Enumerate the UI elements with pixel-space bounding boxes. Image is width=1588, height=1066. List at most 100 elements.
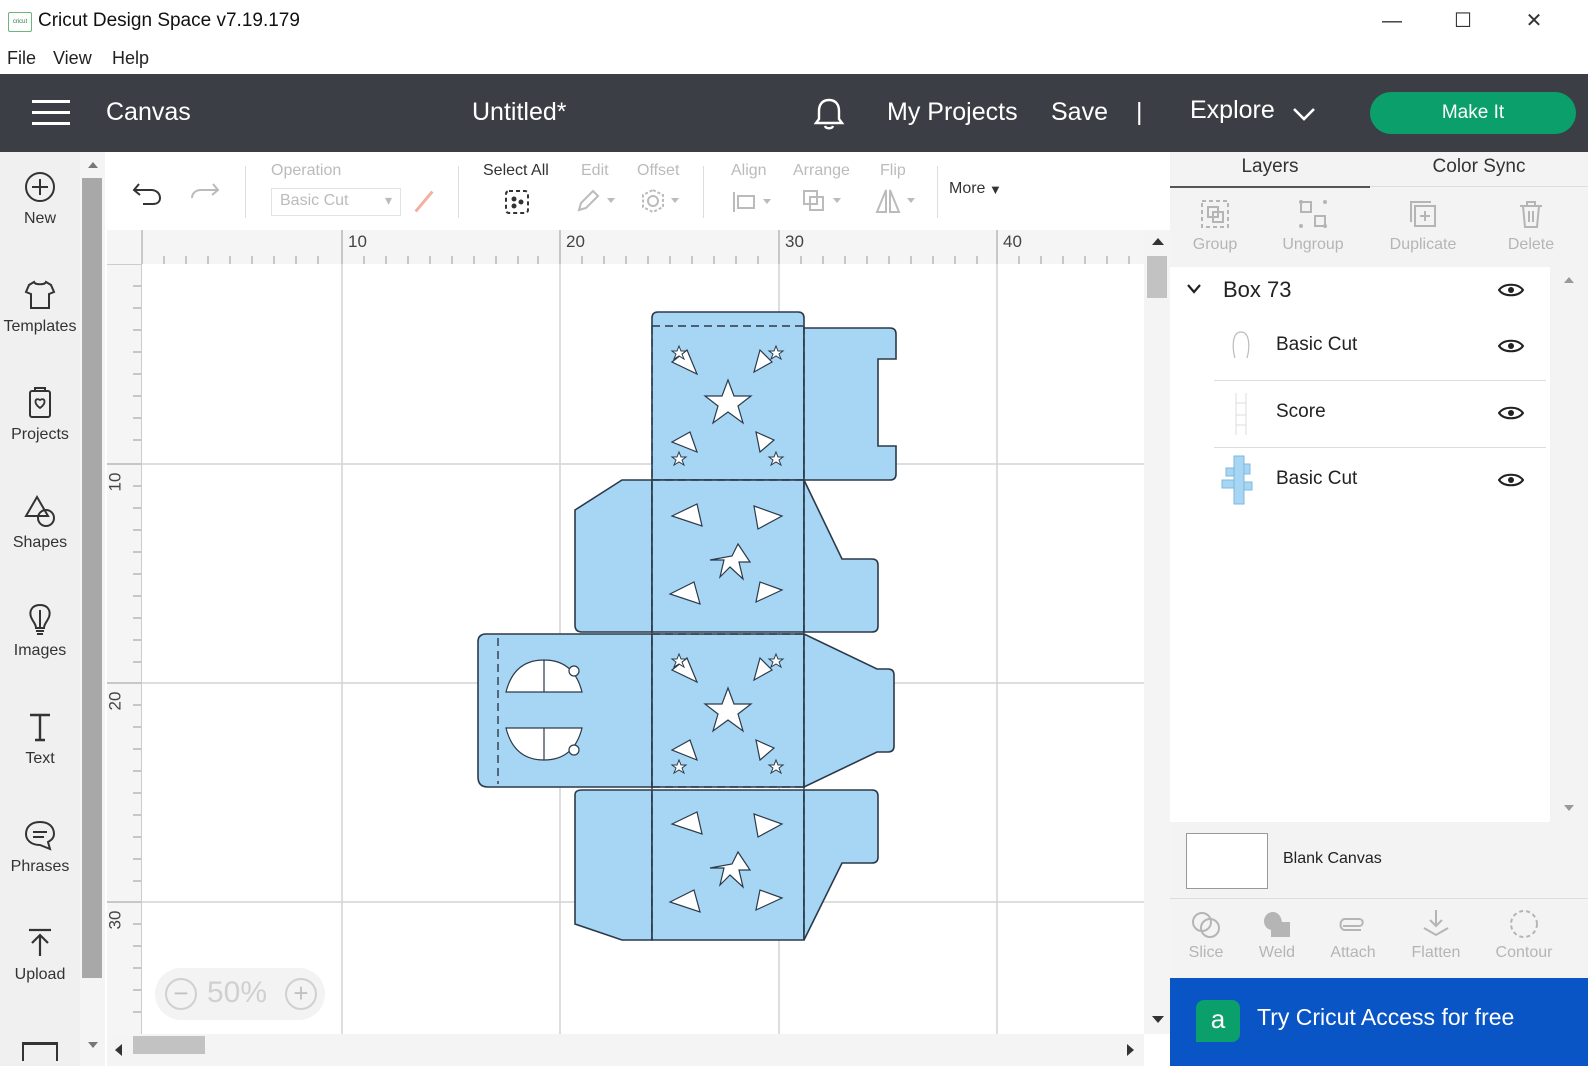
my-projects-link[interactable]: My Projects	[887, 98, 1018, 127]
color-swatch-icon[interactable]	[411, 188, 437, 214]
arrange-icon[interactable]	[801, 188, 845, 214]
close-button[interactable]: ✕	[1514, 6, 1554, 36]
attach-button[interactable]: Attach	[1313, 908, 1393, 962]
layer-row[interactable]: Basic Cut	[1214, 314, 1546, 381]
group-button[interactable]: Group	[1170, 198, 1260, 254]
paperclip-icon	[1339, 918, 1364, 931]
scroll-right-arrow-icon[interactable]	[1127, 1044, 1134, 1056]
flip-label: Flip	[880, 162, 906, 179]
monogram-icon[interactable]	[22, 1042, 58, 1061]
visibility-eye-icon[interactable]	[1498, 282, 1524, 298]
visibility-eye-icon[interactable]	[1498, 338, 1524, 354]
operation-select[interactable]: Basic Cut ▾	[271, 188, 401, 216]
canvas-horizontal-scrollbar[interactable]	[107, 1034, 1144, 1066]
save-button[interactable]: Save	[1051, 98, 1108, 127]
projects-icon	[29, 387, 51, 418]
align-icon[interactable]	[731, 190, 775, 214]
ungroup-button[interactable]: Ungroup	[1268, 198, 1358, 254]
sidebar-item-shapes[interactable]: Shapes	[0, 494, 80, 552]
caret-down-icon: ▾	[384, 192, 392, 208]
sidebar-label-upload: Upload	[14, 966, 66, 983]
sidebar-item-text[interactable]: Text	[0, 710, 80, 768]
layer-name: Basic Cut	[1276, 468, 1358, 489]
cricut-access-badge-icon: a	[1196, 1000, 1240, 1042]
trash-icon	[1520, 201, 1542, 228]
scroll-up-arrow-icon[interactable]	[1564, 277, 1574, 283]
zoom-out-button[interactable]: −	[165, 978, 197, 1010]
scroll-left-arrow-icon[interactable]	[115, 1044, 122, 1056]
duplicate-button[interactable]: Duplicate	[1378, 198, 1468, 254]
shirt-icon	[24, 280, 56, 309]
panel-divider	[1170, 898, 1588, 899]
box-design-image[interactable]	[142, 264, 1144, 1034]
scroll-down-arrow-icon[interactable]	[1152, 1016, 1164, 1023]
sidebar-item-upload[interactable]: Upload	[0, 926, 80, 984]
tab-color-sync[interactable]: Color Sync	[1370, 152, 1588, 187]
machine-selector[interactable]: Explore	[1190, 96, 1275, 125]
menu-view[interactable]: View	[53, 48, 92, 69]
contour-label: Contour	[1495, 944, 1553, 961]
sidebar-item-phrases[interactable]: Phrases	[0, 818, 80, 876]
ruler-left-label: 10	[105, 472, 125, 492]
layer-row[interactable]: Score	[1214, 381, 1546, 448]
select-all-icon[interactable]	[503, 188, 531, 216]
zoom-control: − 50% +	[155, 968, 325, 1020]
layers-scrollbar[interactable]	[1551, 267, 1588, 822]
menu-file[interactable]: File	[7, 48, 36, 69]
project-title[interactable]: Untitled*	[472, 98, 567, 127]
maximize-button[interactable]: ☐	[1443, 6, 1483, 36]
make-it-button[interactable]: Make It	[1370, 92, 1576, 134]
delete-button[interactable]: Delete	[1486, 198, 1576, 254]
layer-group-row[interactable]: Box 73	[1170, 267, 1550, 313]
hamburger-menu-icon[interactable]	[32, 100, 70, 126]
sidebar-item-new[interactable]: New	[0, 170, 80, 228]
edit-pencil-icon[interactable]	[575, 188, 617, 214]
cricut-access-banner[interactable]: a Try Cricut Access for free	[1170, 978, 1588, 1066]
toolbar-separator	[937, 166, 938, 218]
sidebar-item-projects[interactable]: Projects	[0, 386, 80, 444]
scroll-up-arrow-icon[interactable]	[1152, 238, 1164, 245]
left-sidebar: New Templates Projects Shapes Images Tex…	[0, 152, 80, 1066]
flatten-label: Flatten	[1411, 944, 1461, 961]
sidebar-item-templates[interactable]: Templates	[0, 278, 80, 336]
vertical-scroll-thumb[interactable]	[1147, 256, 1167, 298]
scroll-down-arrow-icon[interactable]	[1564, 805, 1574, 811]
horizontal-scroll-thumb[interactable]	[133, 1036, 205, 1054]
weld-button[interactable]: Weld	[1237, 908, 1317, 962]
tab-layers[interactable]: Layers	[1170, 152, 1370, 188]
ruler-top-ticks	[141, 230, 1130, 264]
minimize-button[interactable]: —	[1372, 6, 1412, 36]
sidebar-item-images[interactable]: Images	[0, 602, 80, 660]
toolbar-separator	[245, 166, 246, 218]
ungroup-icon	[1299, 200, 1327, 228]
offset-icon[interactable]	[639, 188, 683, 214]
redo-icon[interactable]	[189, 180, 221, 206]
toolbar-separator	[703, 166, 704, 218]
contour-button[interactable]: Contour	[1484, 908, 1564, 962]
ruler-top-label: 40	[1003, 232, 1022, 251]
notification-bell-icon[interactable]	[812, 96, 846, 132]
scroll-up-arrow-icon[interactable]	[88, 162, 98, 168]
menu-help[interactable]: Help	[112, 48, 149, 69]
sidebar-label-shapes: Shapes	[12, 534, 68, 551]
sidebar-scroll-thumb[interactable]	[82, 178, 102, 978]
blank-canvas-swatch[interactable]	[1186, 833, 1268, 889]
scroll-down-arrow-icon[interactable]	[88, 1042, 98, 1048]
visibility-eye-icon[interactable]	[1498, 472, 1524, 488]
operation-value: Basic Cut	[280, 192, 349, 209]
chevron-down-icon[interactable]	[1292, 106, 1316, 122]
design-canvas[interactable]: − 50% +	[142, 264, 1144, 1034]
undo-icon[interactable]	[131, 180, 163, 206]
visibility-eye-icon[interactable]	[1498, 405, 1524, 421]
sidebar-label-projects: Projects	[11, 426, 69, 443]
zoom-in-button[interactable]: +	[285, 978, 317, 1010]
slice-button[interactable]: Slice	[1166, 908, 1246, 962]
chevron-down-icon[interactable]	[1186, 283, 1202, 295]
delete-label: Delete	[1507, 236, 1555, 253]
sidebar-scrollbar[interactable]	[80, 152, 105, 1066]
flip-icon[interactable]	[875, 188, 919, 214]
layer-row[interactable]: Basic Cut	[1214, 448, 1546, 514]
upload-icon	[29, 928, 51, 956]
flatten-button[interactable]: Flatten	[1396, 908, 1476, 962]
more-button[interactable]: More	[949, 180, 985, 198]
